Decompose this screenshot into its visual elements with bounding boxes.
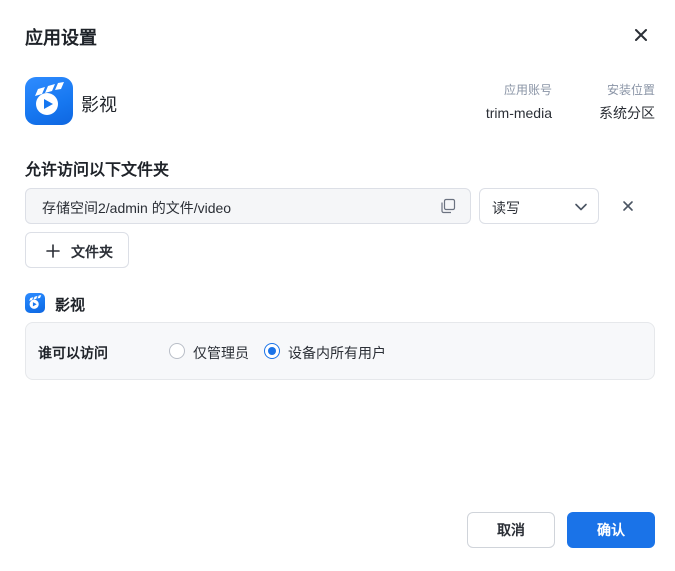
- app-section-name: 影视: [55, 297, 86, 314]
- chevron-down-icon: [575, 203, 587, 211]
- permission-select[interactable]: 读写: [479, 188, 599, 224]
- radio-label: 仅管理员: [193, 345, 249, 361]
- plus-icon: [46, 244, 60, 258]
- cancel-button[interactable]: 取消: [467, 512, 555, 548]
- location-value: 系统分区: [599, 105, 655, 121]
- confirm-button[interactable]: 确认: [567, 512, 655, 548]
- permission-value: 读写: [492, 200, 520, 216]
- app-name: 影视: [81, 95, 117, 115]
- add-folder-label: 文件夹: [71, 244, 113, 260]
- dialog-title: 应用设置: [25, 28, 97, 48]
- radio-button[interactable]: [264, 343, 280, 359]
- radio-label: 设备内所有用户: [288, 345, 386, 361]
- close-button[interactable]: [630, 24, 652, 46]
- copy-icon[interactable]: [440, 198, 456, 214]
- access-panel: 谁可以访问 仅管理员 设备内所有用户: [25, 322, 655, 380]
- app-info-row: 影视 应用账号 trim-media 安装位置 系统分区: [25, 77, 655, 127]
- access-label: 谁可以访问: [38, 345, 108, 361]
- app-settings-dialog: 应用设置 影视 应用账号 trim-media 安装位置 系统分区 允许访问以下…: [0, 0, 675, 571]
- folders-section-title: 允许访问以下文件夹: [25, 162, 170, 179]
- add-folder-button[interactable]: 文件夹: [25, 232, 129, 268]
- remove-folder-button[interactable]: [620, 198, 636, 214]
- install-location-info: 安装位置 系统分区: [575, 82, 655, 123]
- radio-button[interactable]: [169, 343, 185, 359]
- location-label: 安装位置: [606, 83, 655, 97]
- close-icon: [635, 29, 647, 41]
- folder-path-field: 存储空间2/admin 的文件/video: [25, 188, 471, 224]
- film-app-icon: [25, 77, 73, 125]
- film-app-icon: [25, 293, 45, 313]
- close-icon: [623, 201, 633, 211]
- account-label: 应用账号: [503, 83, 552, 97]
- app-account-info: 应用账号 trim-media: [472, 82, 552, 123]
- account-value: trim-media: [485, 105, 552, 121]
- folder-path: 存储空间2/admin 的文件/video: [42, 200, 232, 216]
